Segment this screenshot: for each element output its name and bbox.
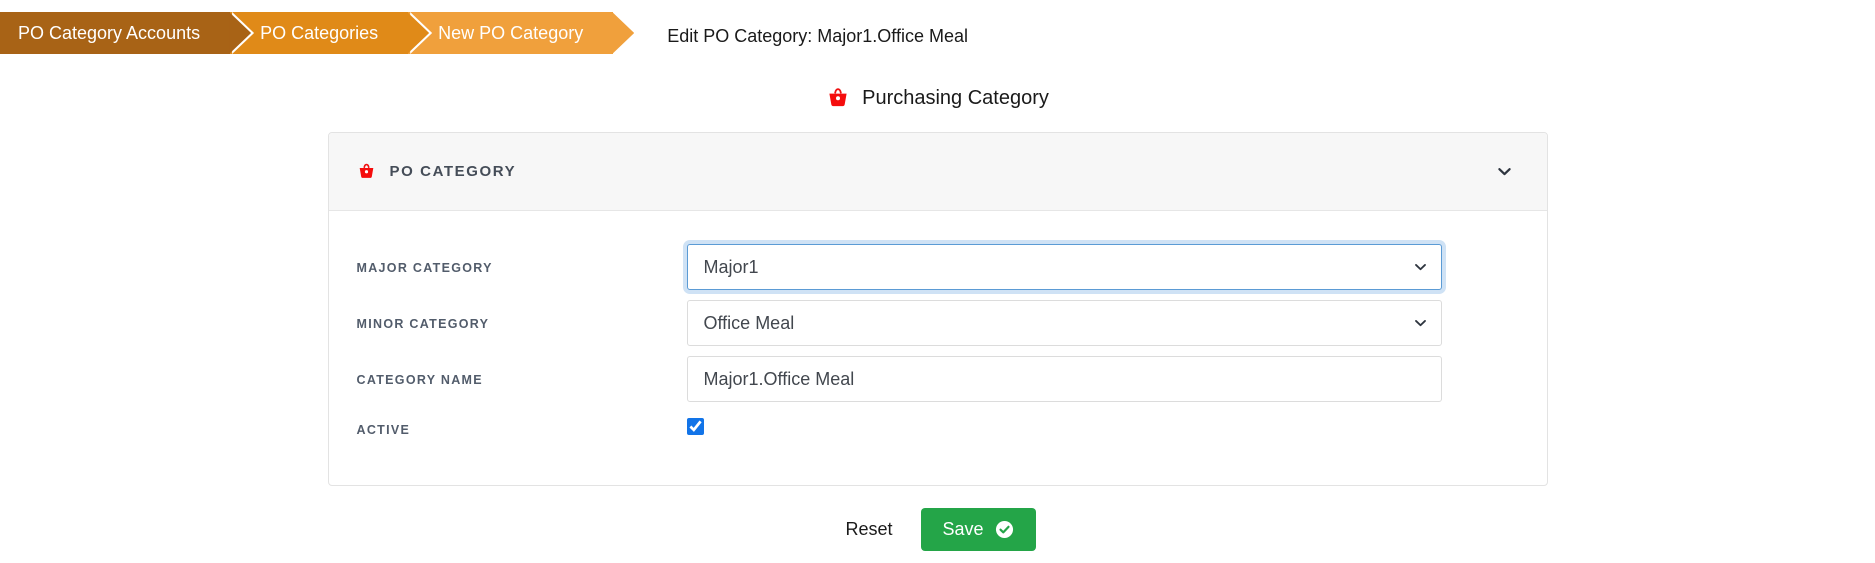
- shopping-basket-icon: [357, 162, 376, 181]
- major-category-field-wrap: [686, 244, 1442, 290]
- section-heading: Purchasing Category: [0, 86, 1875, 110]
- section-title: Purchasing Category: [862, 86, 1049, 109]
- breadcrumb: PO Category Accounts PO Categories New P…: [0, 12, 1875, 60]
- save-button[interactable]: Save: [920, 508, 1036, 551]
- check-circle-icon: [995, 520, 1014, 539]
- category-name-field-wrap: [686, 356, 1442, 402]
- breadcrumb-label: PO Categories: [260, 22, 379, 43]
- active-label: ACTIVE: [356, 423, 411, 437]
- card-title: PO CATEGORY: [389, 163, 517, 180]
- form-row-category-name: CATEGORY NAME: [329, 351, 1547, 407]
- card-header-left: PO CATEGORY: [357, 162, 517, 181]
- form-row-active: ACTIVE: [329, 407, 1547, 451]
- active-checkbox[interactable]: [686, 418, 704, 435]
- minor-category-label: MINOR CATEGORY: [356, 317, 490, 331]
- card-header[interactable]: PO CATEGORY: [328, 133, 1547, 211]
- major-category-label: MAJOR CATEGORY: [356, 261, 493, 275]
- form-row-minor-category: MINOR CATEGORY: [329, 295, 1547, 351]
- collapse-toggle-button[interactable]: [1490, 157, 1519, 186]
- active-field-wrap: [686, 418, 1442, 440]
- minor-category-field-wrap: [686, 300, 1442, 346]
- page-title: Edit PO Category: Major1.Office Meal: [667, 25, 969, 46]
- breadcrumb-item-po-category-accounts[interactable]: PO Category Accounts: [0, 12, 255, 54]
- po-category-card: PO CATEGORY MAJOR CATEGORY Major1 MINOR …: [327, 132, 1548, 486]
- breadcrumb-label: New PO Category: [438, 22, 584, 43]
- form-actions: Reset Save: [0, 508, 1875, 551]
- reset-button[interactable]: Reset: [839, 509, 898, 550]
- form-row-major-category: MAJOR CATEGORY: [329, 239, 1547, 295]
- breadcrumb-list: PO Category Accounts PO Categories New P…: [0, 12, 635, 54]
- category-name-input[interactable]: [686, 356, 1442, 402]
- breadcrumb-item-new-po-category[interactable]: New PO Category: [408, 12, 635, 54]
- card-body: MAJOR CATEGORY MINOR CATEGORY: [329, 211, 1547, 485]
- chevron-down-icon: [1496, 168, 1513, 183]
- breadcrumb-arrow-icon: [612, 12, 635, 54]
- save-button-label: Save: [942, 519, 984, 539]
- minor-category-select[interactable]: [686, 300, 1442, 346]
- category-name-label: CATEGORY NAME: [356, 373, 483, 387]
- breadcrumb-item-po-categories[interactable]: PO Categories: [230, 12, 433, 54]
- shopping-basket-icon: [826, 86, 850, 110]
- breadcrumb-label: PO Category Accounts: [18, 22, 201, 43]
- major-category-select[interactable]: [686, 244, 1442, 290]
